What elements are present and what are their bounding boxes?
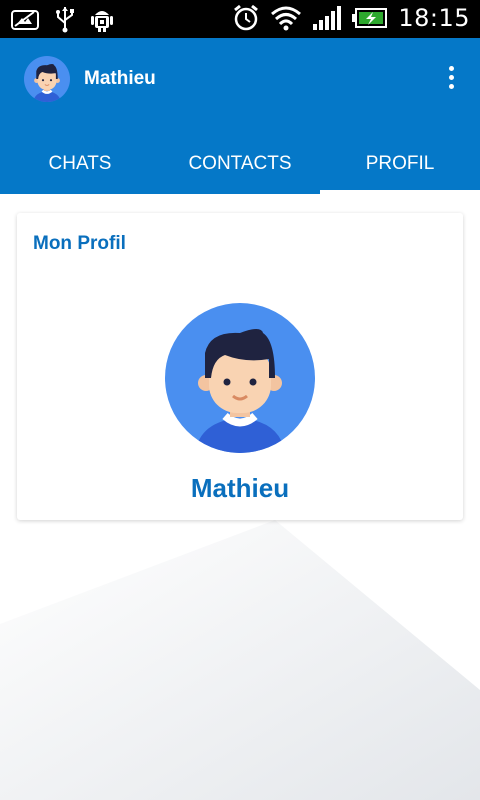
- tab-profil[interactable]: PROFIL: [320, 134, 480, 194]
- status-bar: 18:15: [0, 0, 480, 38]
- profile-name: Mathieu: [190, 473, 290, 503]
- user-avatar-icon: [195, 329, 285, 453]
- tab-chats[interactable]: CHATS: [0, 134, 160, 194]
- profile-card: Mon Profil Mathieu: [17, 213, 463, 520]
- clock: 18:15: [398, 4, 470, 32]
- profile-avatar[interactable]: [165, 303, 315, 453]
- card-title: Mon Profil: [33, 233, 126, 254]
- app-title: Mathieu: [84, 68, 156, 89]
- wifi-icon: [271, 6, 302, 31]
- signal-icon: [313, 6, 342, 30]
- alarm-icon: [234, 4, 259, 31]
- battery-charging-icon: [352, 8, 388, 28]
- user-avatar-icon: [33, 63, 61, 102]
- avatar[interactable]: [24, 56, 70, 102]
- tab-contacts[interactable]: CONTACTS: [160, 134, 320, 194]
- usb-icon: [56, 7, 74, 33]
- tab-bar: CHATS CONTACTS PROFIL: [0, 134, 480, 194]
- android-debug-icon: [91, 11, 113, 32]
- overflow-menu-icon[interactable]: [444, 66, 458, 94]
- screenshot-icon: [11, 10, 39, 30]
- app-bar: Mathieu CHATS CONTACTS PROFIL: [0, 38, 480, 194]
